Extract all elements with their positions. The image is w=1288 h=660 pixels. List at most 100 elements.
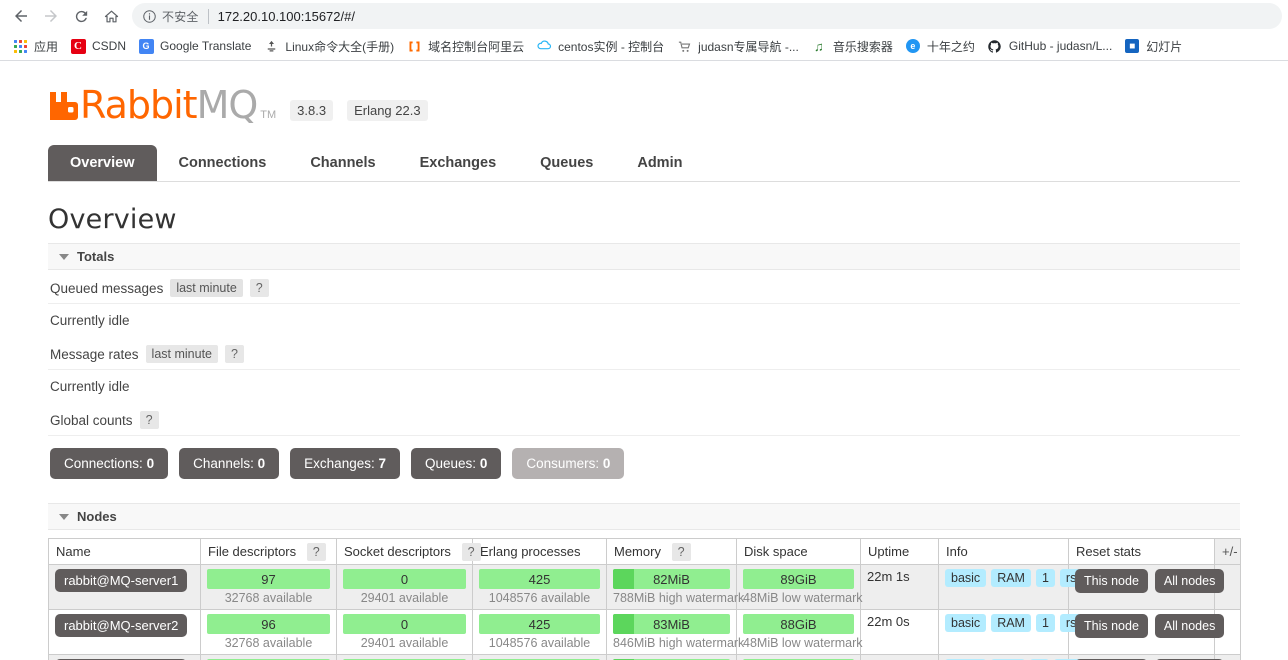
info-cell: basic RAM 1 rss — [938, 564, 1089, 610]
google-translate-favicon: G — [138, 38, 154, 54]
queued-messages-help-icon[interactable]: ? — [249, 279, 269, 297]
col-socket-descriptors[interactable]: Socket descriptors ? — [336, 538, 481, 565]
bookmark-slides[interactable]: ■ 幻灯片 — [1118, 34, 1188, 58]
tab-channels[interactable]: Channels — [288, 145, 397, 181]
file-descriptors-sub: 32768 available — [224, 591, 313, 605]
message-rates-help-icon[interactable]: ? — [225, 345, 244, 363]
count-connections[interactable]: Connections: 0 — [50, 448, 169, 479]
bookmark-csdn[interactable]: C CSDN — [64, 34, 132, 58]
back-arrow-icon — [12, 7, 30, 25]
col-info[interactable]: Info — [938, 538, 1069, 565]
queued-messages-period[interactable]: last minute — [170, 279, 243, 297]
bookmark-centos-console[interactable]: centos实例 - 控制台 — [530, 34, 670, 58]
info-badge-count[interactable]: 1 — [1035, 569, 1055, 587]
col-memory[interactable]: Memory ? — [606, 538, 737, 565]
tab-queues[interactable]: Queues — [518, 145, 615, 181]
node-link[interactable]: rabbit@MQ-server1 — [55, 569, 188, 592]
bookmark-github[interactable]: GitHub - judasn/L... — [981, 34, 1118, 58]
global-counts-help-icon[interactable]: ? — [139, 411, 159, 429]
count-consumers[interactable]: Consumers: 0 — [512, 448, 625, 479]
info-badge-basic[interactable]: basic — [945, 614, 987, 632]
count-channels[interactable]: Channels: 0 — [179, 448, 280, 479]
table-row: rabbit@MQ-server1 97 32768 available 0 2… — [48, 564, 1241, 610]
node-link[interactable]: rabbit@MQ-server2 — [55, 614, 188, 637]
collapse-triangle-icon — [59, 513, 69, 520]
info-badge-type[interactable]: RAM — [991, 569, 1031, 587]
info-cell: basic disc 1 rss — [938, 654, 1084, 660]
memory-bar-fill — [613, 569, 635, 589]
tab-exchanges[interactable]: Exchanges — [398, 145, 519, 181]
reset-this-node-button[interactable]: This node — [1075, 569, 1148, 593]
reset-all-nodes-button[interactable]: All nodes — [1154, 569, 1225, 593]
reload-button[interactable] — [66, 2, 96, 30]
message-rates-label: Message rates — [50, 346, 139, 362]
bar-value: 0 — [400, 571, 409, 587]
info-circle-icon[interactable] — [142, 9, 157, 24]
file-descriptors-cell: 97 32768 available — [200, 564, 337, 610]
col-label: Memory — [614, 544, 661, 559]
info-badge-count[interactable]: 1 — [1035, 614, 1055, 632]
info-badge-type[interactable]: RAM — [991, 614, 1031, 632]
col-uptime[interactable]: Uptime — [860, 538, 939, 565]
totals-section-label: Totals — [77, 249, 115, 264]
home-button[interactable] — [96, 2, 126, 30]
col-erlang-processes[interactable]: Erlang processes — [472, 538, 607, 565]
bookmark-tenyears[interactable]: e 十年之约 — [899, 34, 981, 58]
count-value: 0 — [602, 456, 611, 471]
col-file-descriptors[interactable]: File descriptors ? — [200, 538, 337, 565]
disk-space-bar: 88GiB — [743, 614, 854, 634]
node-name-cell: rabbit@MQ-server1 — [48, 564, 201, 610]
queued-messages-header: Queued messages last minute ? — [48, 270, 1240, 304]
nodes-section-header[interactable]: Nodes — [48, 503, 1240, 530]
socket-descriptors-sub: 29401 available — [360, 591, 449, 605]
tab-admin[interactable]: Admin — [615, 145, 704, 181]
uptime-cell: 22m 0s — [860, 609, 939, 655]
bookmark-label: 域名控制台阿里云 — [428, 39, 525, 54]
info-cell: basic RAM 1 rss — [938, 609, 1089, 655]
memory-help-icon[interactable]: ? — [671, 543, 691, 561]
info-badge-basic[interactable]: basic — [945, 569, 987, 587]
bookmark-apps[interactable]: 应用 — [6, 34, 64, 58]
table-row: rabbit@MQ-server3 39 32768 available 0 2… — [48, 654, 1241, 660]
rabbitmq-logo[interactable]: Rabbit MQ TM — [48, 83, 276, 127]
socket-descriptors-bar: 0 — [343, 614, 466, 634]
message-rates-period[interactable]: last minute — [145, 345, 218, 363]
bookmark-music-search[interactable]: ♫ 音乐搜索器 — [805, 34, 899, 58]
forward-button[interactable] — [36, 2, 66, 30]
bookmark-label: 幻灯片 — [1146, 39, 1183, 54]
collapse-triangle-icon — [59, 253, 69, 260]
count-label: Channels: — [193, 456, 254, 471]
queued-messages-label: Queued messages — [50, 280, 164, 296]
bookmark-aliyun-domain[interactable]: 域名控制台阿里云 — [400, 34, 530, 58]
nodes-section-label: Nodes — [77, 509, 117, 524]
aliyun-cloud-favicon — [536, 38, 552, 54]
disk-space-sub: 48MiB low watermark — [743, 636, 863, 650]
memory-bar: 83MiB — [613, 614, 730, 634]
socket-descriptors-help-icon[interactable]: ? — [461, 543, 481, 561]
back-button[interactable] — [6, 2, 36, 30]
col-reset-stats[interactable]: Reset stats — [1068, 538, 1215, 565]
col-name[interactable]: Name — [48, 538, 201, 565]
reset-this-node-button[interactable]: This node — [1075, 614, 1148, 638]
reset-all-nodes-button[interactable]: All nodes — [1154, 614, 1225, 638]
count-queues[interactable]: Queues: 0 — [411, 448, 502, 479]
socket-descriptors-cell: 0 29401 available — [336, 609, 473, 655]
bookmark-google-translate[interactable]: G Google Translate — [132, 34, 257, 58]
column-toggle-button[interactable]: +/- — [1214, 538, 1241, 565]
col-disk-space[interactable]: Disk space — [736, 538, 861, 565]
address-bar[interactable]: 不安全 172.20.10.100:15672/#/ — [132, 3, 1282, 29]
bookmark-linux-commands[interactable]: Linux命令大全(手册) — [257, 34, 400, 58]
slides-favicon: ■ — [1124, 38, 1140, 54]
bookmark-label: 应用 — [34, 39, 59, 54]
app-header: Rabbit MQ TM 3.8.3 Erlang 22.3 — [48, 61, 1240, 127]
tab-connections[interactable]: Connections — [157, 145, 289, 181]
count-value: 0 — [257, 456, 266, 471]
tab-overview[interactable]: Overview — [48, 145, 157, 181]
file-descriptors-help-icon[interactable]: ? — [306, 543, 326, 561]
message-rates-header: Message rates last minute ? — [48, 336, 1240, 370]
uptime-cell: 21m 54s — [860, 654, 939, 660]
omnibox-divider — [207, 8, 209, 24]
bookmark-judasn-nav[interactable]: judasn专属导航 -... — [670, 34, 805, 58]
count-exchanges[interactable]: Exchanges: 7 — [290, 448, 400, 479]
totals-section-header[interactable]: Totals — [48, 243, 1240, 270]
